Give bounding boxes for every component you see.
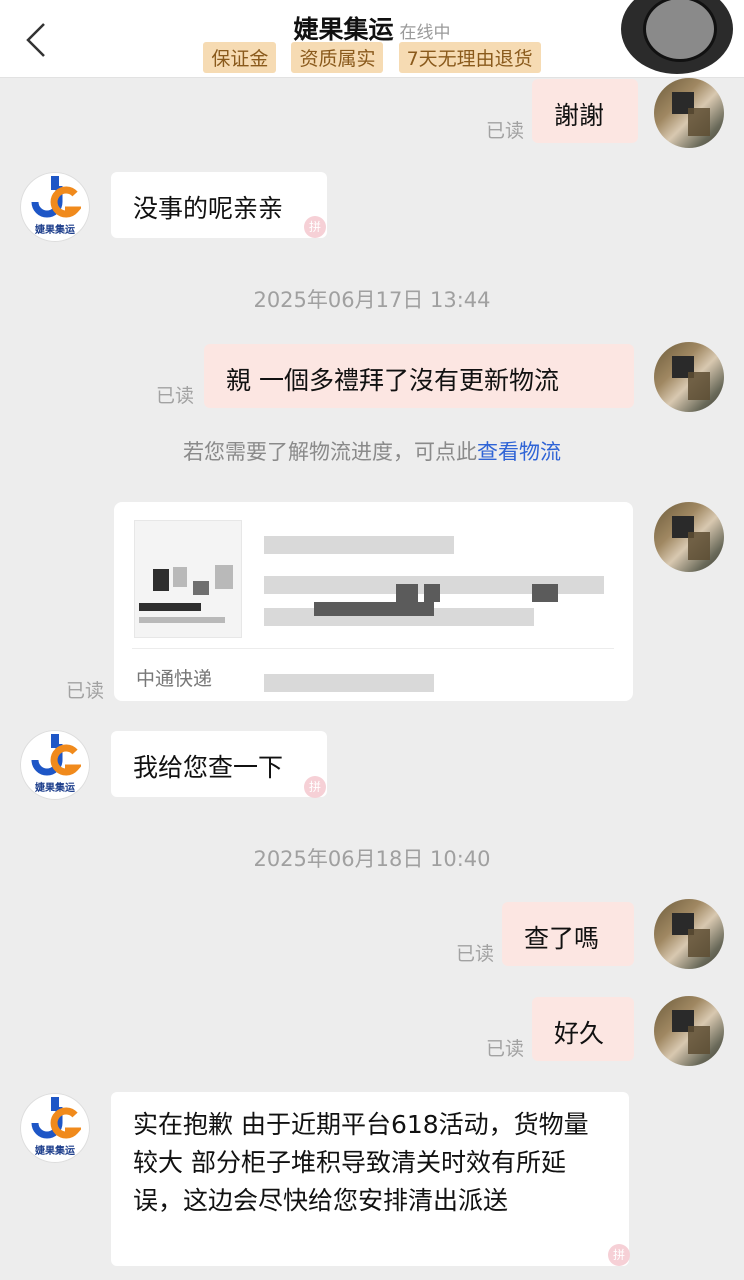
logistics-notice: 若您需要了解物流进度，可点此查看物流 (0, 436, 744, 466)
message-bubble-incoming[interactable]: 我给您查一下 (111, 731, 327, 797)
pixelated-region (314, 602, 434, 616)
user-avatar[interactable] (654, 502, 724, 572)
pixelated-region (396, 584, 418, 602)
pixelated-region (139, 603, 201, 611)
message-bubble-outgoing[interactable]: 親 一個多禮拜了沒有更新物流 (204, 344, 634, 408)
badge-qualification[interactable]: 资质属实 (291, 42, 384, 73)
read-receipt: 已读 (486, 120, 525, 142)
timestamp: 2025年06月17日 13:44 (253, 288, 491, 312)
shop-avatar[interactable]: 婕果集运 (20, 730, 90, 800)
watermark-icon: 拼 (304, 216, 326, 238)
carrier-name: 中通快递 (136, 668, 213, 690)
message-bubble-outgoing[interactable]: 查了嗎 (502, 902, 634, 966)
logistics-notice-text: 若您需要了解物流进度，可点此 (183, 440, 477, 464)
message-bubble-incoming[interactable]: 没事的呢亲亲 (111, 172, 327, 238)
watermark-icon: 拼 (608, 1244, 630, 1266)
user-avatar[interactable] (654, 78, 724, 148)
shop-logo-text: 婕果集运 (35, 1146, 75, 1157)
read-receipt: 已读 (66, 680, 105, 702)
pixelated-region (532, 584, 558, 602)
pixelated-region (173, 567, 187, 587)
shop-logo-text: 婕果集运 (35, 783, 75, 794)
user-avatar[interactable] (654, 342, 724, 412)
blurred-text (264, 536, 454, 554)
order-card[interactable]: 中通快递 (114, 502, 633, 701)
pixelated-region (153, 569, 169, 591)
shop-avatar[interactable]: 婕果集运 (20, 1093, 90, 1163)
watermark-icon: 拼 (304, 776, 326, 798)
shop-logo-icon (31, 1097, 81, 1139)
card-divider (132, 648, 614, 649)
read-receipt: 已读 (486, 1038, 525, 1060)
user-avatar[interactable] (654, 996, 724, 1066)
view-logistics-link[interactable]: 查看物流 (477, 440, 561, 464)
pixelated-region (193, 581, 209, 595)
message-bubble-outgoing[interactable]: 謝謝 (532, 79, 638, 143)
shop-logo-text: 婕果集运 (35, 225, 75, 236)
shop-avatar[interactable]: 婕果集运 (20, 172, 90, 242)
pixelated-region (139, 617, 225, 623)
timestamp: 2025年06月18日 10:40 (253, 847, 491, 871)
pixelated-region (215, 565, 233, 589)
user-avatar[interactable] (654, 899, 724, 969)
message-bubble-incoming[interactable]: 实在抱歉 由于近期平台618活动，货物量较大 部分柜子堆积导致清关时效有所延误，… (111, 1092, 629, 1266)
product-thumbnail[interactable] (134, 520, 242, 638)
badge-deposit[interactable]: 保证金 (203, 42, 277, 73)
online-status: 在线中 (399, 23, 451, 43)
shop-logo-icon (31, 176, 81, 218)
badge-return-policy[interactable]: 7天无理由退货 (398, 42, 541, 73)
read-receipt: 已读 (156, 385, 195, 407)
chat-header: 婕果集运 在线中 保证金 资质属实 7天无理由退货 (0, 0, 744, 78)
blurred-text (264, 674, 434, 692)
read-receipt: 已读 (456, 943, 495, 965)
pixelated-region (424, 584, 440, 602)
message-bubble-outgoing[interactable]: 好久 (532, 997, 634, 1061)
shop-logo-icon (31, 734, 81, 776)
shop-title[interactable]: 婕果集运 (293, 15, 393, 44)
